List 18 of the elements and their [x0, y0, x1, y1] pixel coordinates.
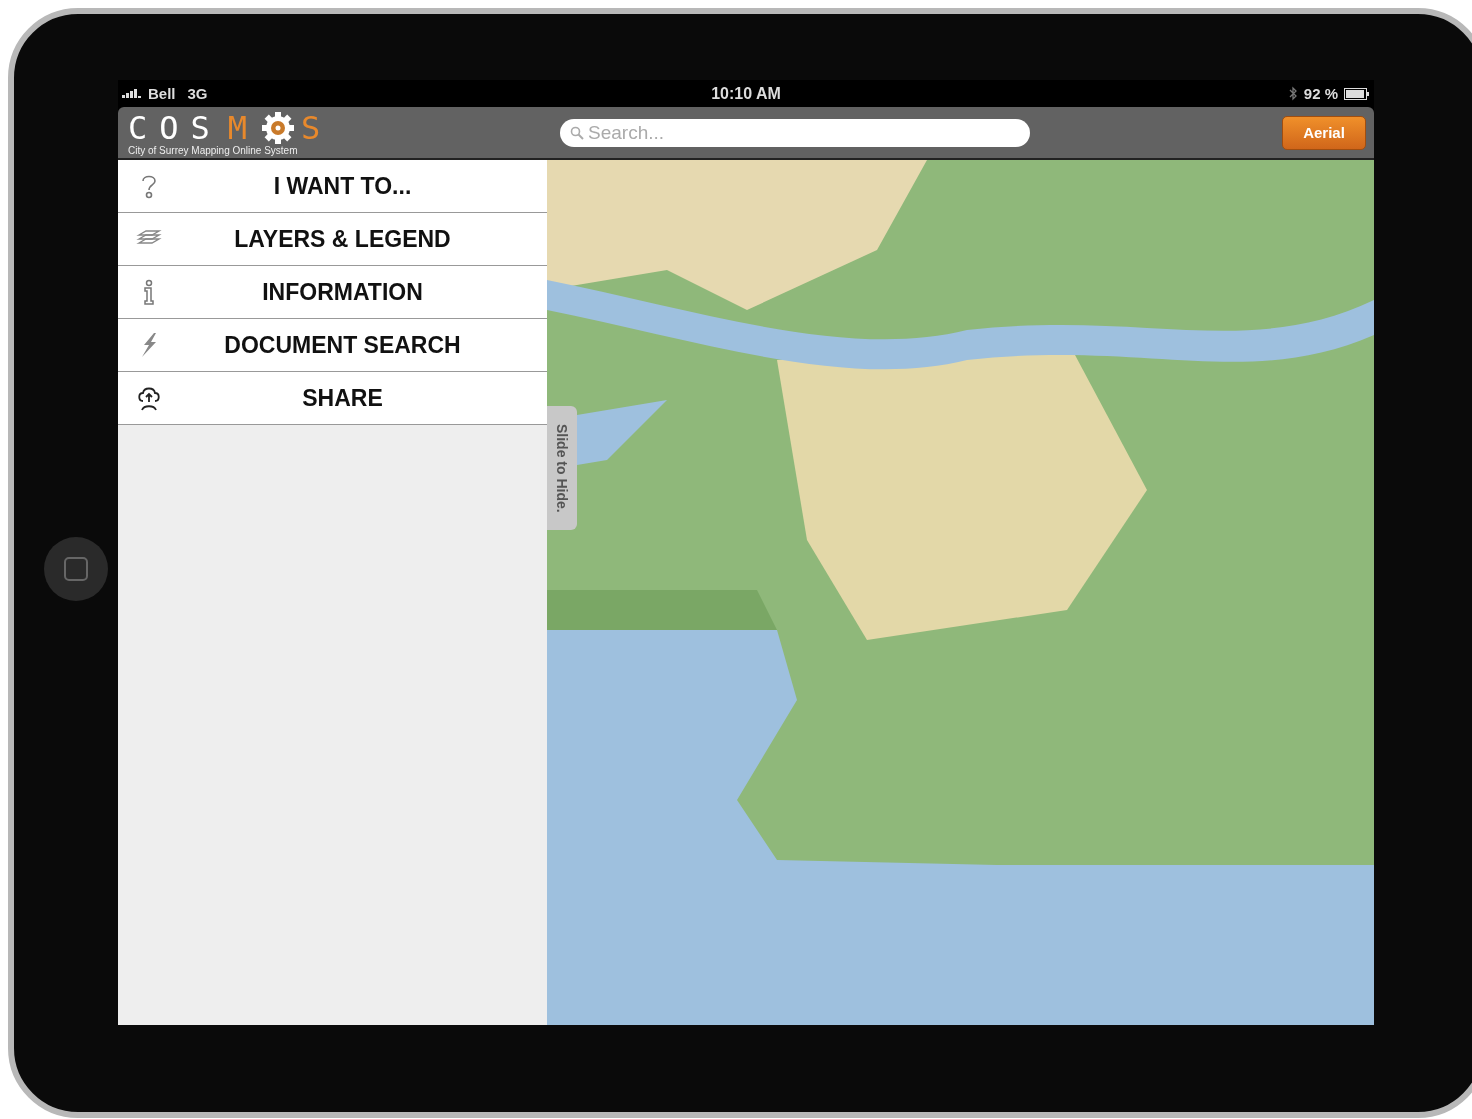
search-field[interactable]: Search... [560, 118, 1030, 147]
battery-icon [1344, 87, 1370, 100]
menu-item[interactable]: I WANT TO... [118, 160, 547, 213]
logo-text: S [301, 109, 321, 148]
battery-percent: 92 % [1303, 85, 1338, 103]
signal-icon [122, 89, 144, 99]
menu-item[interactable]: INFORMATION [118, 266, 547, 319]
clock-time: 10:10 AM [711, 84, 781, 103]
bluetooth-icon [1288, 86, 1298, 102]
slide-tab[interactable]: Slide to Hide. [547, 406, 577, 530]
menu-item[interactable]: DOCUMENT SEARCH [118, 319, 547, 372]
menu-item[interactable]: SHARE [118, 372, 547, 425]
network-type: 3G [187, 85, 208, 103]
logo-subtitle: City of Surrey Mapping Online System [128, 145, 299, 157]
menu-item[interactable]: LAYERS & LEGEND [118, 213, 547, 266]
gear-icon [261, 111, 296, 146]
search-icon [570, 125, 584, 140]
carrier-name: Bell [148, 85, 176, 103]
